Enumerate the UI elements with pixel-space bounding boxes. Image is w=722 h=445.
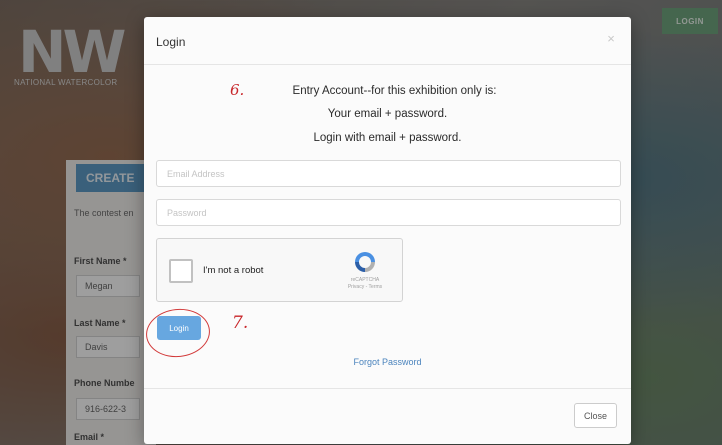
modal-header: Login × (144, 17, 631, 65)
recaptcha-icon (355, 252, 375, 272)
password-field[interactable] (156, 199, 621, 226)
close-icon[interactable]: × (603, 31, 619, 47)
instruction-line-1: Entry Account--for this exhibition only … (292, 85, 497, 97)
recaptcha-brand: reCAPTCHA (350, 277, 380, 283)
annotation-circle (143, 305, 213, 361)
modal-footer-divider (144, 388, 631, 389)
recaptcha-terms-link[interactable]: Privacy - Terms (340, 284, 390, 290)
close-button[interactable]: Close (574, 403, 617, 428)
instruction-line-3: Login with email + password. (313, 132, 462, 144)
modal-title: Login (156, 35, 186, 49)
login-modal: Login × 6. Entry Account--for this exhib… (143, 17, 631, 444)
email-field[interactable] (156, 160, 621, 187)
recaptcha-checkbox[interactable] (169, 259, 193, 283)
instruction-line-2: Your email + password. (327, 108, 448, 120)
annotation-step-seven: 7. (232, 313, 249, 333)
recaptcha-label: I'm not a robot (203, 265, 264, 276)
recaptcha-widget: I'm not a robot reCAPTCHA Privacy - Term… (156, 238, 403, 302)
forgot-password-link[interactable]: Forgot Password (144, 357, 631, 367)
